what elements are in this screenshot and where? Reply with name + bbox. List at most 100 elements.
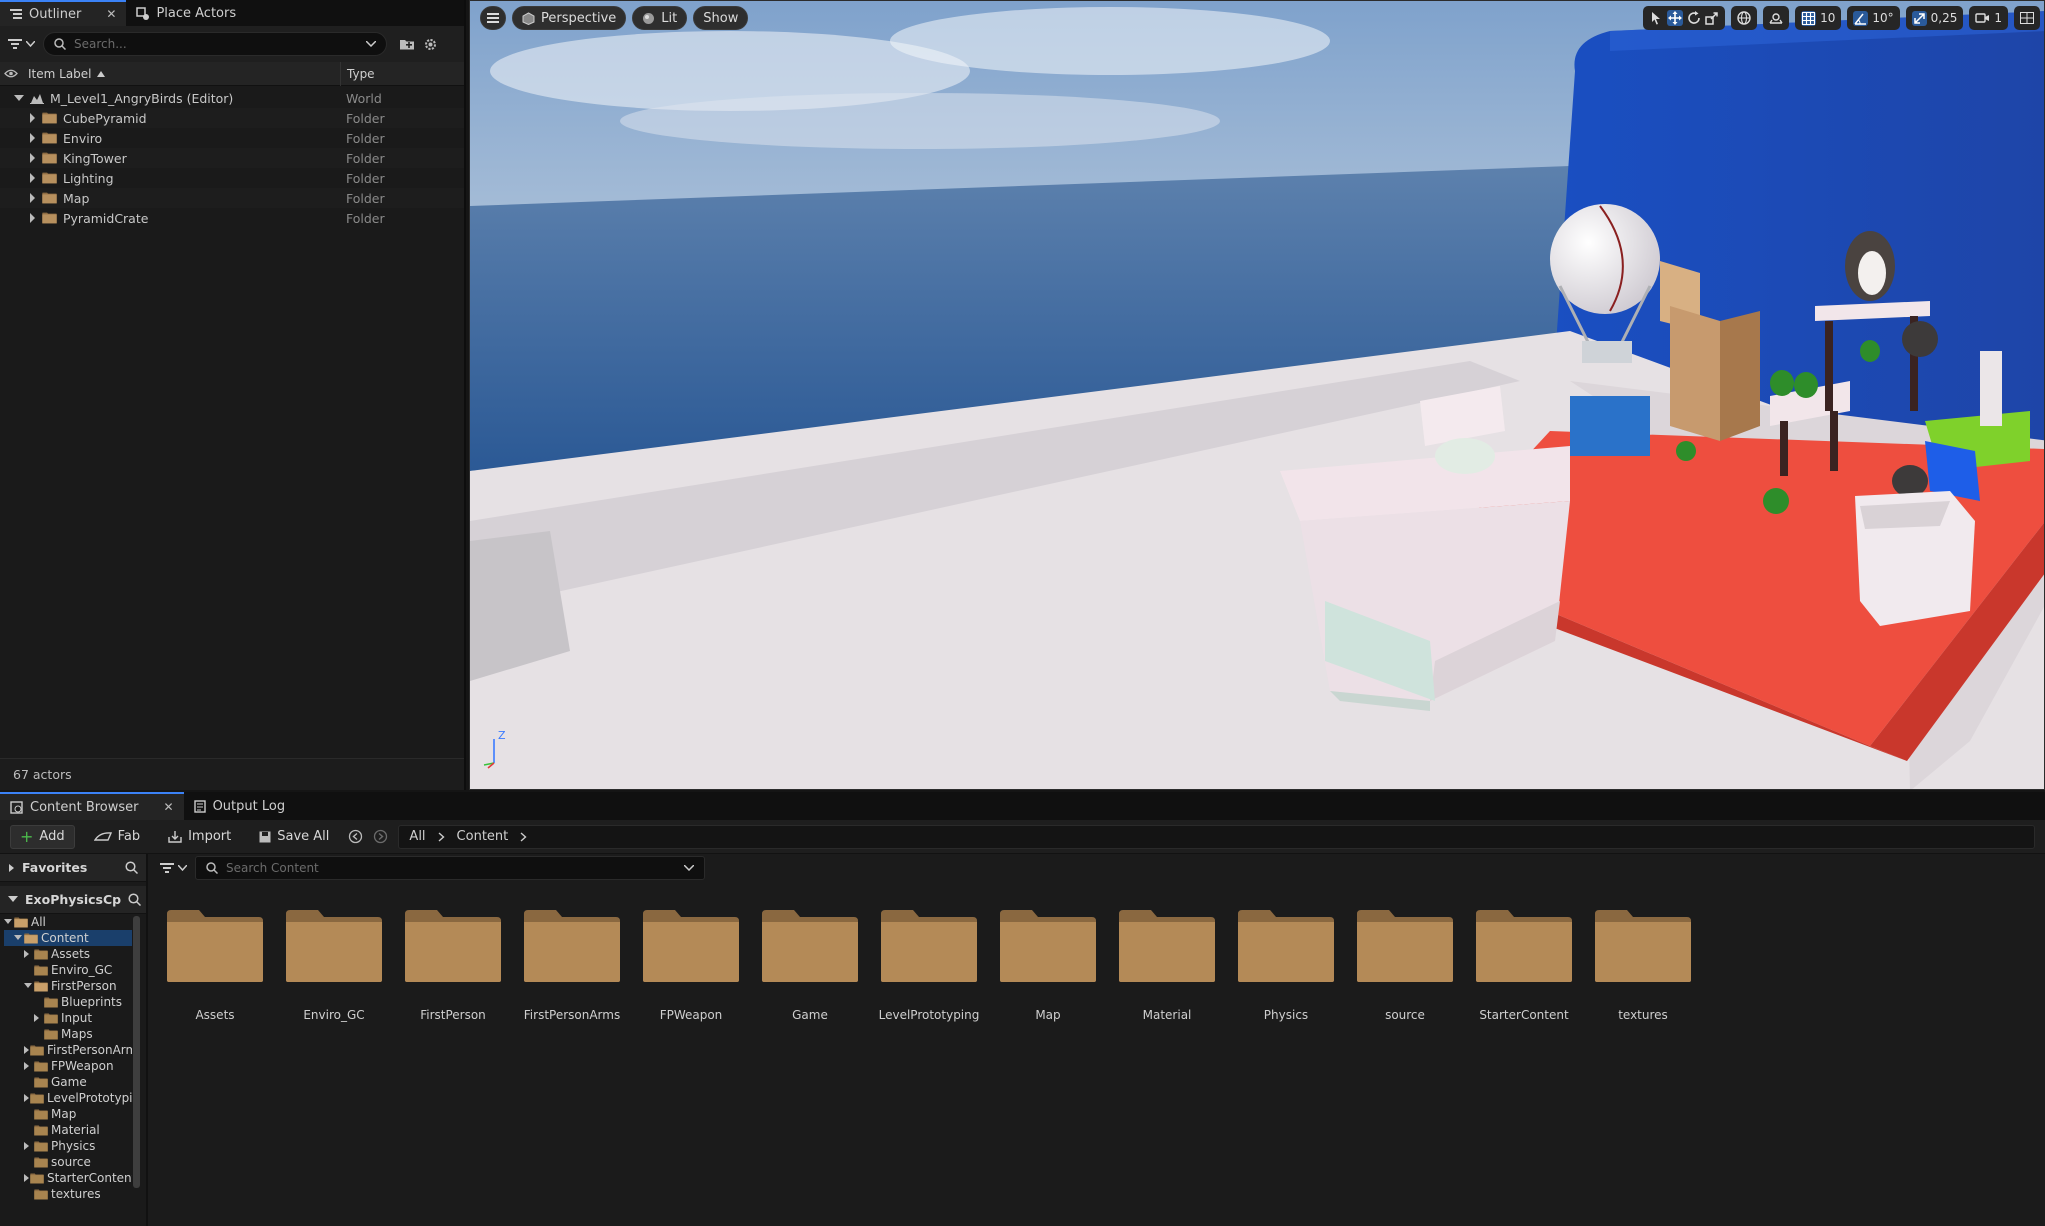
tree-item[interactable]: Input <box>4 1010 132 1026</box>
column-type[interactable]: Type <box>340 61 464 86</box>
chevron-right-icon[interactable] <box>520 831 527 842</box>
tree-item[interactable]: FirstPerson <box>4 978 132 994</box>
viewport-layout-button[interactable] <box>2014 6 2040 30</box>
chevron-right-icon[interactable] <box>24 1142 34 1150</box>
asset-folder[interactable]: StarterContent <box>1469 908 1579 1022</box>
eye-icon[interactable] <box>0 69 24 78</box>
asset-folder[interactable]: Assets <box>160 908 270 1022</box>
content-search-input[interactable]: Search Content <box>195 856 705 880</box>
asset-folder[interactable]: Game <box>755 908 865 1022</box>
history-forward-icon[interactable] <box>373 829 388 844</box>
chevron-down-icon[interactable] <box>24 983 34 989</box>
chevron-right-icon[interactable] <box>24 950 34 958</box>
asset-folder[interactable]: LevelPrototyping <box>874 908 984 1022</box>
perspective-button[interactable]: Perspective <box>512 6 627 30</box>
chevron-right-icon[interactable] <box>0 193 42 203</box>
level-viewport[interactable]: Perspective Lit Show 10 10° 0,25 1 Z <box>469 0 2045 790</box>
tab-place-actors[interactable]: Place Actors <box>126 0 246 26</box>
tree-item[interactable]: Enviro_GC <box>4 962 132 978</box>
gear-icon[interactable] <box>423 37 438 52</box>
filter-icon[interactable] <box>160 863 187 873</box>
scale-snap-button[interactable]: 0,25 <box>1905 6 1964 30</box>
chevron-right-icon[interactable] <box>34 1014 44 1022</box>
lit-button[interactable]: Lit <box>632 6 688 30</box>
outliner-row[interactable]: M_Level1_AngryBirds (Editor) World <box>0 88 464 108</box>
viewport-menu-button[interactable] <box>480 6 506 30</box>
rotation-snap-button[interactable]: 10° <box>1847 6 1900 30</box>
tree-item[interactable]: All <box>4 914 132 930</box>
select-icon[interactable] <box>1649 11 1663 25</box>
new-folder-icon[interactable] <box>399 37 415 51</box>
outliner-row[interactable]: Enviro Folder <box>0 128 464 148</box>
scale-icon[interactable] <box>1705 11 1719 25</box>
tab-outliner[interactable]: Outliner ✕ <box>0 0 127 26</box>
show-button[interactable]: Show <box>693 6 749 30</box>
chevron-right-icon[interactable] <box>24 1062 34 1070</box>
asset-folder[interactable]: textures <box>1588 908 1698 1022</box>
asset-folder[interactable]: source <box>1350 908 1460 1022</box>
filter-icon[interactable] <box>8 39 35 49</box>
camera-speed-button[interactable]: 1 <box>1969 6 2008 30</box>
chevron-down-icon[interactable] <box>14 935 24 941</box>
asset-folder[interactable]: FirstPerson <box>398 908 508 1022</box>
world-space-button[interactable] <box>1731 6 1758 30</box>
outliner-row[interactable]: PyramidCrate Folder <box>0 208 464 228</box>
column-item-label[interactable]: Item Label <box>24 67 340 81</box>
tree-item[interactable]: LevelPrototyping <box>4 1090 132 1106</box>
tree-item[interactable]: Game <box>4 1074 132 1090</box>
rotate-icon[interactable] <box>1687 11 1701 25</box>
breadcrumb-all[interactable]: All <box>409 829 425 844</box>
chevron-down-icon[interactable] <box>0 94 30 102</box>
tree-item[interactable]: Maps <box>4 1026 132 1042</box>
chevron-down-icon[interactable] <box>366 41 376 47</box>
favorites-header[interactable]: Favorites <box>0 854 146 882</box>
close-icon[interactable]: ✕ <box>106 7 116 21</box>
chevron-down-icon[interactable] <box>684 865 694 871</box>
fab-button[interactable]: Fab <box>85 825 150 849</box>
add-button[interactable]: + Add <box>10 824 75 849</box>
project-header[interactable]: ExoPhysicsCp <box>0 886 146 914</box>
tree-item[interactable]: StarterContent <box>4 1170 132 1186</box>
asset-folder[interactable]: Map <box>993 908 1103 1022</box>
asset-folder[interactable]: Physics <box>1231 908 1341 1022</box>
tree-item[interactable]: Map <box>4 1106 132 1122</box>
chevron-right-icon[interactable] <box>0 153 42 163</box>
grid-snap-button[interactable]: 10 <box>1795 6 1842 30</box>
chevron-right-icon[interactable] <box>0 173 42 183</box>
asset-folder[interactable]: FPWeapon <box>636 908 746 1022</box>
tree-item[interactable]: Blueprints <box>4 994 132 1010</box>
asset-folder[interactable]: Material <box>1112 908 1222 1022</box>
chevron-down-icon[interactable] <box>4 919 14 925</box>
asset-folder[interactable]: Enviro_GC <box>279 908 389 1022</box>
tree-item[interactable]: FPWeapon <box>4 1058 132 1074</box>
outliner-row[interactable]: Map Folder <box>0 188 464 208</box>
tree-item[interactable]: Assets <box>4 946 132 962</box>
chevron-right-icon[interactable] <box>0 213 42 223</box>
asset-folder[interactable]: FirstPersonArms <box>517 908 627 1022</box>
save-all-button[interactable]: Save All <box>250 825 338 849</box>
outliner-row[interactable]: KingTower Folder <box>0 148 464 168</box>
tree-item[interactable]: Material <box>4 1122 132 1138</box>
outliner-row[interactable]: CubePyramid Folder <box>0 108 464 128</box>
chevron-right-icon[interactable] <box>0 133 42 143</box>
close-icon[interactable]: ✕ <box>164 800 174 814</box>
chevron-right-icon[interactable] <box>438 831 445 842</box>
history-back-icon[interactable] <box>348 829 363 844</box>
search-icon[interactable] <box>125 861 138 874</box>
surface-snap-button[interactable] <box>1763 6 1790 30</box>
tab-content-browser[interactable]: Content Browser ✕ <box>0 792 184 820</box>
translate-icon[interactable] <box>1667 10 1684 26</box>
tree-item[interactable]: source <box>4 1154 132 1170</box>
chevron-right-icon[interactable] <box>0 113 42 123</box>
tree-item[interactable]: textures <box>4 1186 132 1202</box>
tree-scrollbar[interactable] <box>133 916 140 1188</box>
breadcrumb-content[interactable]: Content <box>457 829 509 844</box>
outliner-row[interactable]: Lighting Folder <box>0 168 464 188</box>
search-icon[interactable] <box>128 893 142 906</box>
tree-item[interactable]: Physics <box>4 1138 132 1154</box>
tab-output-log[interactable]: Output Log <box>184 792 296 820</box>
outliner-search-input[interactable]: Search... <box>43 32 387 56</box>
tree-item[interactable]: FirstPersonArms <box>4 1042 132 1058</box>
import-button[interactable]: Import <box>159 825 240 849</box>
tree-item[interactable]: Content <box>4 930 132 946</box>
